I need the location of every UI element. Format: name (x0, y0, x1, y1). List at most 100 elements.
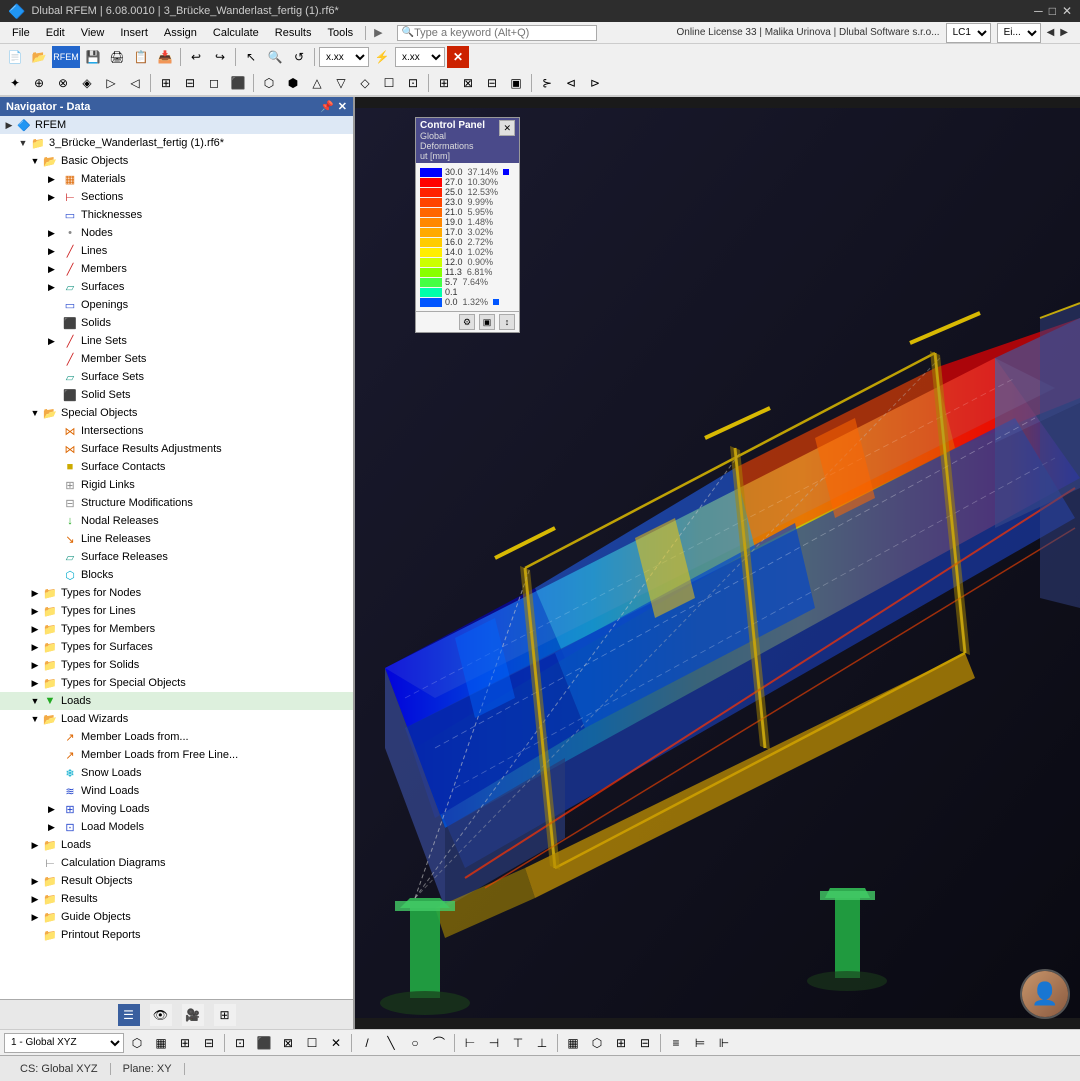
tb2-btn24[interactable]: ⊳ (584, 72, 606, 94)
bt-btn21[interactable]: ⊟ (634, 1032, 656, 1054)
tree-nr[interactable]: ↓ Nodal Releases (0, 512, 353, 530)
tb2-btn6[interactable]: ◁ (124, 72, 146, 94)
tree-openings[interactable]: ▭ Openings (0, 296, 353, 314)
nav-close-button[interactable]: ✕ (338, 100, 347, 113)
tb2-btn1[interactable]: ✦ (4, 72, 26, 94)
tree-membersets[interactable]: ╱ Member Sets (0, 350, 353, 368)
tb2-btn22[interactable]: ⊱ (536, 72, 558, 94)
tree-surfaces[interactable]: ▶ ▱ Surfaces (0, 278, 353, 296)
tree-sm[interactable]: ⊟ Structure Modifications (0, 494, 353, 512)
tsp-arrow[interactable]: ▶ (28, 678, 42, 689)
tree-linesets[interactable]: ▶ ╱ Line Sets (0, 332, 353, 350)
cs-selector[interactable]: 1 - Global XYZ (4, 1033, 124, 1053)
bt-btn8[interactable]: ☐ (301, 1032, 323, 1054)
res-arrow[interactable]: ▶ (28, 894, 42, 905)
lc-selector[interactable]: LC1 (946, 23, 991, 43)
select-button[interactable]: ↖ (240, 46, 262, 68)
tree-sra[interactable]: ⋈ Surface Results Adjustments (0, 440, 353, 458)
tree-loads[interactable]: ▶ 📁 Loads (0, 836, 353, 854)
project-arrow[interactable]: ▼ (16, 138, 30, 148)
lw-arrow[interactable]: ▼ (28, 714, 42, 724)
bt-btn12[interactable]: ○ (404, 1032, 426, 1054)
tn-arrow[interactable]: ▶ (28, 588, 42, 599)
bt-btn1[interactable]: ⬡ (126, 1032, 148, 1054)
close-button[interactable]: ✕ (1062, 4, 1072, 18)
mat-arrow[interactable]: ▶ (48, 174, 62, 185)
bt-btn14[interactable]: ⊢ (459, 1032, 481, 1054)
bt-btn23[interactable]: ⊨ (689, 1032, 711, 1054)
bt-btn7[interactable]: ⊠ (277, 1032, 299, 1054)
tb2-btn5[interactable]: ▷ (100, 72, 122, 94)
menu-view[interactable]: View (73, 25, 113, 41)
mov-arrow[interactable]: ▶ (48, 804, 62, 815)
cp-settings-button[interactable]: ⚙ (459, 314, 475, 330)
tb2-btn20[interactable]: ⊟ (481, 72, 503, 94)
bt-btn6[interactable]: ⬛ (253, 1032, 275, 1054)
tree-ml-free[interactable]: ↗ Member Loads from Free Line... (0, 746, 353, 764)
tree-lr[interactable]: ↘ Line Releases (0, 530, 353, 548)
tree-rfem[interactable]: ▶ 🔷 RFEM (0, 116, 353, 134)
ro-arrow[interactable]: ▶ (28, 876, 42, 887)
tb2-btn4[interactable]: ◈ (76, 72, 98, 94)
tree-ml-from[interactable]: ↗ Member Loads from... (0, 728, 353, 746)
search-input[interactable] (414, 27, 592, 39)
menu-tools[interactable]: Tools (319, 25, 361, 41)
tree-types-special[interactable]: ▶ 📁 Types for Special Objects (0, 674, 353, 692)
tree-moving[interactable]: ▶ ⊞ Moving Loads (0, 800, 353, 818)
tree-snow[interactable]: ❄ Snow Loads (0, 764, 353, 782)
bt-btn15[interactable]: ⊣ (483, 1032, 505, 1054)
tree-thicknesses[interactable]: ▭ Thicknesses (0, 206, 353, 224)
tree-special-objects[interactable]: ▼ 📂 Special Objects (0, 404, 353, 422)
menu-results[interactable]: Results (267, 25, 320, 41)
tree-calcdiag[interactable]: ⊢ Calculation Diagrams (0, 854, 353, 872)
tb2-btn11[interactable]: ⬡ (258, 72, 280, 94)
tb2-btn3[interactable]: ⊗ (52, 72, 74, 94)
bt-btn24[interactable]: ⊩ (713, 1032, 735, 1054)
tree-surfacesets[interactable]: ▱ Surface Sets (0, 368, 353, 386)
special-arrow[interactable]: ▼ (28, 408, 42, 418)
nav-prev[interactable]: ◀ (1047, 27, 1055, 38)
bt-btn16[interactable]: ⊤ (507, 1032, 529, 1054)
menu-assign[interactable]: Assign (156, 25, 205, 41)
surf-arrow[interactable]: ▶ (48, 282, 62, 293)
bt-btn19[interactable]: ⬡ (586, 1032, 608, 1054)
nav-icon1[interactable]: ☰ (118, 1004, 140, 1026)
bt-btn17[interactable]: ⊥ (531, 1032, 553, 1054)
lp-arrow[interactable]: ▼ (28, 696, 42, 706)
tree-solidsets[interactable]: ⬛ Solid Sets (0, 386, 353, 404)
tb2-btn7[interactable]: ⊞ (155, 72, 177, 94)
tree-basic-objects[interactable]: ▼ 📂 Basic Objects (0, 152, 353, 170)
ls-arrow[interactable]: ▶ (48, 336, 62, 347)
tree-types-members[interactable]: ▶ 📁 Types for Members (0, 620, 353, 638)
tb2-btn17[interactable]: ⊡ (402, 72, 424, 94)
tb2-btn16[interactable]: ☐ (378, 72, 400, 94)
tree-sr[interactable]: ▱ Surface Releases (0, 548, 353, 566)
tb2-btn13[interactable]: △ (306, 72, 328, 94)
tb2-btn18[interactable]: ⊞ (433, 72, 455, 94)
tree-loads-partial[interactable]: ▼ ▼ Loads (0, 692, 353, 710)
bt-btn10[interactable]: / (356, 1032, 378, 1054)
loads-arrow[interactable]: ▶ (28, 840, 42, 851)
tb2-btn21[interactable]: ▣ (505, 72, 527, 94)
tb2-btn8[interactable]: ⊟ (179, 72, 201, 94)
tb2-btn15[interactable]: ◇ (354, 72, 376, 94)
nav-pin-button[interactable]: 📌 (320, 100, 334, 113)
new-button[interactable]: 📄 (4, 46, 26, 68)
nav-header-controls[interactable]: 📌 ✕ (320, 100, 347, 113)
node-arrow[interactable]: ▶ (48, 228, 62, 239)
basic-arrow[interactable]: ▼ (28, 156, 42, 166)
tree-sc[interactable]: ■ Surface Contacts (0, 458, 353, 476)
tree-loadmodels[interactable]: ▶ ⊡ Load Models (0, 818, 353, 836)
guide-arrow[interactable]: ▶ (28, 912, 42, 923)
menu-edit[interactable]: Edit (38, 25, 73, 41)
tree-types-lines[interactable]: ▶ 📁 Types for Lines (0, 602, 353, 620)
tree-sections[interactable]: ▶ ⊢ Sections (0, 188, 353, 206)
mem-arrow[interactable]: ▶ (48, 264, 62, 275)
menu-insert[interactable]: Insert (112, 25, 156, 41)
bt-btn2[interactable]: ▦ (150, 1032, 172, 1054)
open-button[interactable]: 📂 (28, 46, 50, 68)
tb2-btn12[interactable]: ⬢ (282, 72, 304, 94)
tb2-btn10[interactable]: ⬛ (227, 72, 249, 94)
cp-filter-button[interactable]: ▣ (479, 314, 495, 330)
undo-button[interactable]: ↩ (185, 46, 207, 68)
